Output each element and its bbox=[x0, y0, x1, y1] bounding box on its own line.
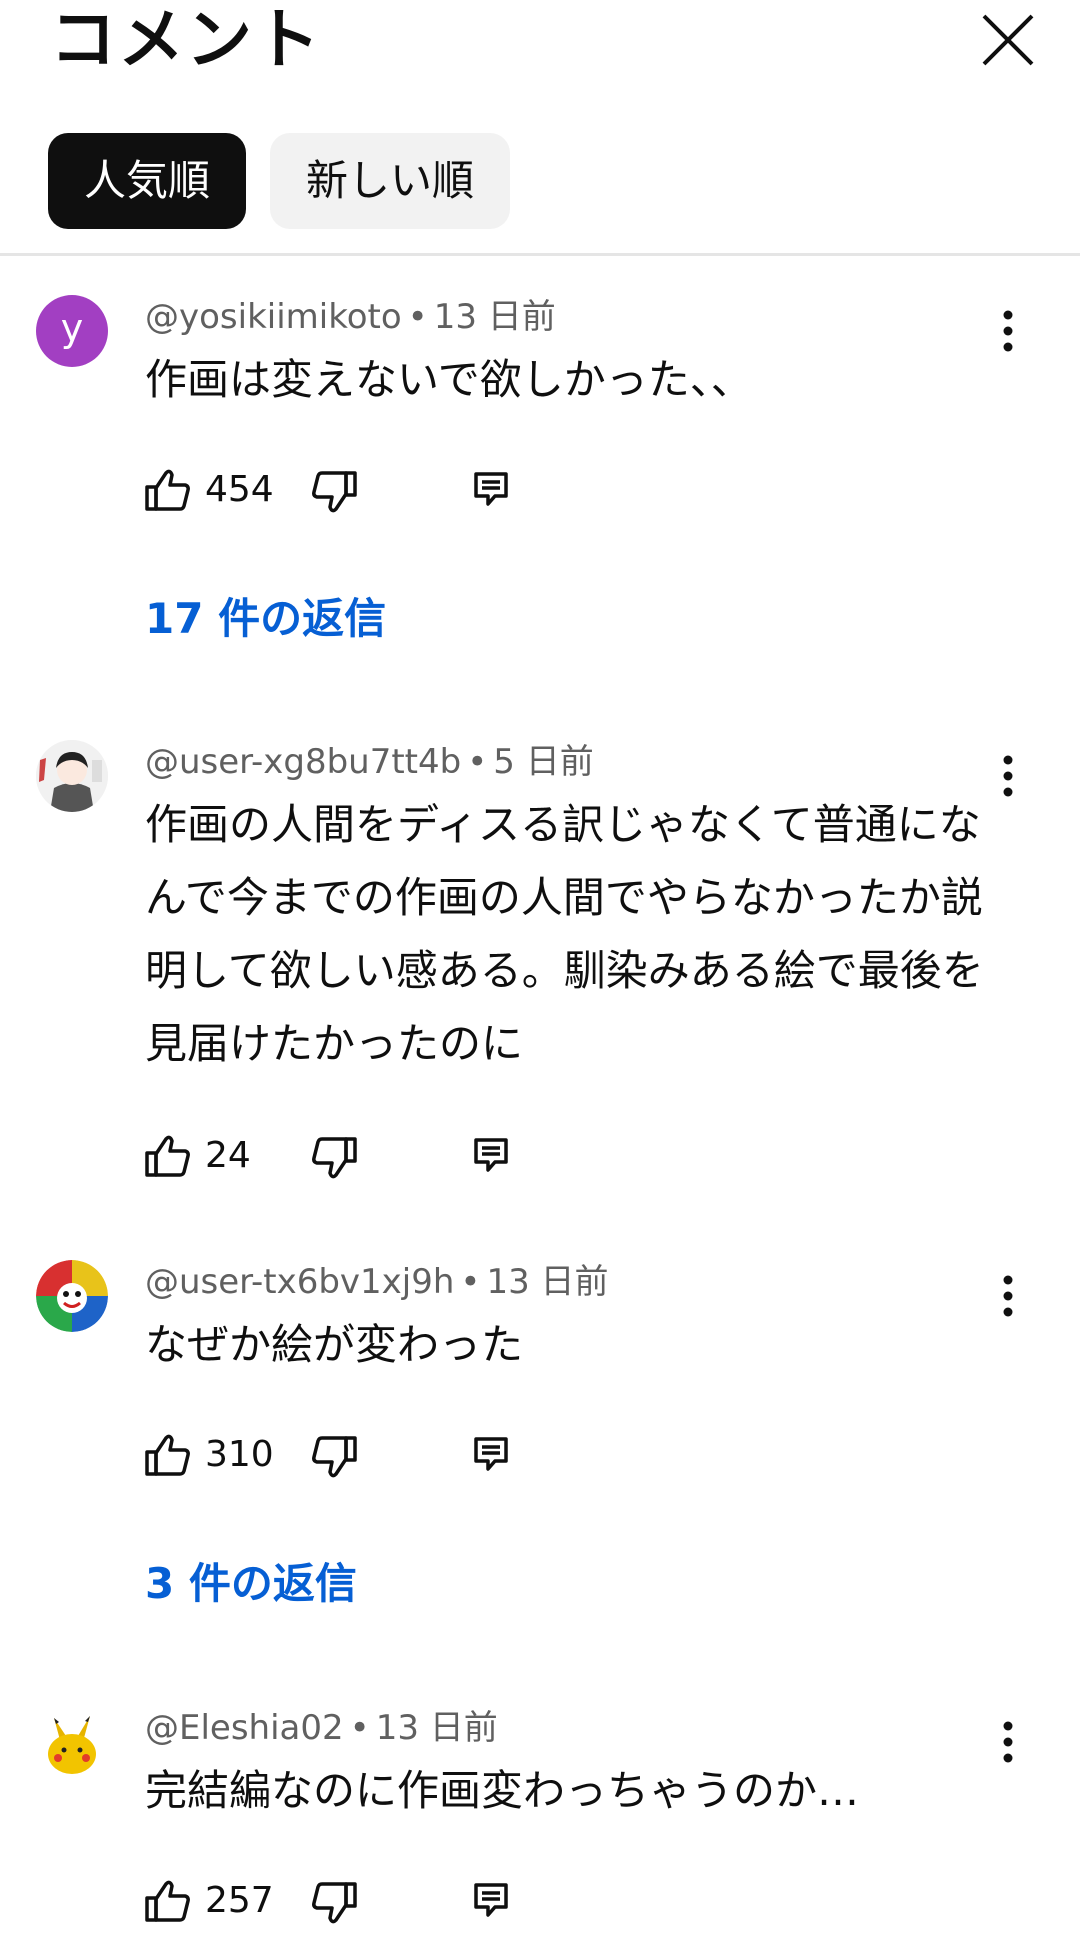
comment-time: 5 日前 bbox=[493, 742, 594, 782]
reply-icon[interactable] bbox=[471, 1880, 511, 1920]
close-icon[interactable] bbox=[972, 4, 1044, 76]
like-count: 310 bbox=[205, 1434, 274, 1475]
comment-text: 作画の人間をディスる訳じゃなくて普通になんで今までの作画の人間でやらなかったか説… bbox=[145, 800, 984, 1068]
avatar[interactable] bbox=[36, 1706, 108, 1778]
view-replies-link[interactable]: 17 件の返信 bbox=[145, 591, 386, 647]
comment-meta: @yosikiimikoto • 13 日前 bbox=[145, 295, 556, 339]
page-title: コメント bbox=[50, 1, 322, 78]
like-count: 24 bbox=[205, 1135, 251, 1176]
comment-author[interactable]: @Eleshia02 bbox=[145, 1708, 344, 1748]
dislike-icon[interactable] bbox=[311, 1434, 357, 1480]
comment-meta: @user-tx6bv1xj9h • 13 日前 bbox=[145, 1260, 609, 1304]
comment-meta: @Eleshia02 • 13 日前 bbox=[145, 1706, 498, 1750]
comment-actions: 454 bbox=[145, 467, 545, 527]
comment-author[interactable]: @user-xg8bu7tt4b bbox=[145, 742, 461, 782]
comment-actions: 24 bbox=[145, 1133, 545, 1193]
view-replies-link[interactable]: 3 件の返信 bbox=[145, 1556, 357, 1612]
like-count: 257 bbox=[205, 1880, 274, 1921]
avatar-letter: y bbox=[60, 306, 84, 350]
comments-header: コメント 人気順 新しい順 bbox=[0, 0, 1080, 256]
comment-time: 13 日前 bbox=[486, 1262, 609, 1302]
comment-author[interactable]: @user-tx6bv1xj9h bbox=[145, 1262, 454, 1302]
like-icon[interactable] bbox=[145, 1133, 191, 1179]
comment-actions: 310 bbox=[145, 1432, 545, 1492]
meta-separator: • bbox=[460, 1262, 481, 1302]
like-icon[interactable] bbox=[145, 467, 191, 513]
more-options-icon[interactable] bbox=[990, 301, 1026, 361]
like-icon[interactable] bbox=[145, 1878, 191, 1924]
reply-icon[interactable] bbox=[471, 1135, 511, 1175]
meta-separator: • bbox=[467, 742, 488, 782]
more-options-icon[interactable] bbox=[990, 746, 1026, 806]
meta-separator: • bbox=[407, 297, 428, 337]
avatar[interactable]: y bbox=[36, 295, 108, 367]
avatar[interactable] bbox=[36, 1260, 108, 1332]
comment-actions: 257 bbox=[145, 1878, 545, 1938]
more-options-icon[interactable] bbox=[990, 1712, 1026, 1772]
comment-text: なぜか絵が変わった bbox=[145, 1320, 524, 1369]
like-count: 454 bbox=[205, 469, 274, 510]
comment-meta: @user-xg8bu7tt4b • 5 日前 bbox=[145, 740, 594, 784]
reply-icon[interactable] bbox=[471, 1434, 511, 1474]
comment-time: 13 日前 bbox=[433, 297, 556, 337]
meta-separator: • bbox=[349, 1708, 370, 1748]
more-options-icon[interactable] bbox=[990, 1266, 1026, 1326]
sort-chip-popular[interactable]: 人気順 bbox=[48, 133, 246, 229]
comment-text: 作画は変えないで欲しかった、、 bbox=[145, 355, 753, 404]
reply-icon[interactable] bbox=[471, 469, 511, 509]
dislike-icon[interactable] bbox=[311, 469, 357, 515]
like-icon[interactable] bbox=[145, 1432, 191, 1478]
comment-text: 完結編なのに作画変わっちゃうのか… bbox=[145, 1766, 860, 1815]
dislike-icon[interactable] bbox=[311, 1135, 357, 1181]
comment-author[interactable]: @yosikiimikoto bbox=[145, 297, 402, 337]
dislike-icon[interactable] bbox=[311, 1880, 357, 1926]
avatar[interactable] bbox=[36, 740, 108, 812]
sort-chip-newest[interactable]: 新しい順 bbox=[270, 133, 510, 229]
comment-time: 13 日前 bbox=[375, 1708, 498, 1748]
